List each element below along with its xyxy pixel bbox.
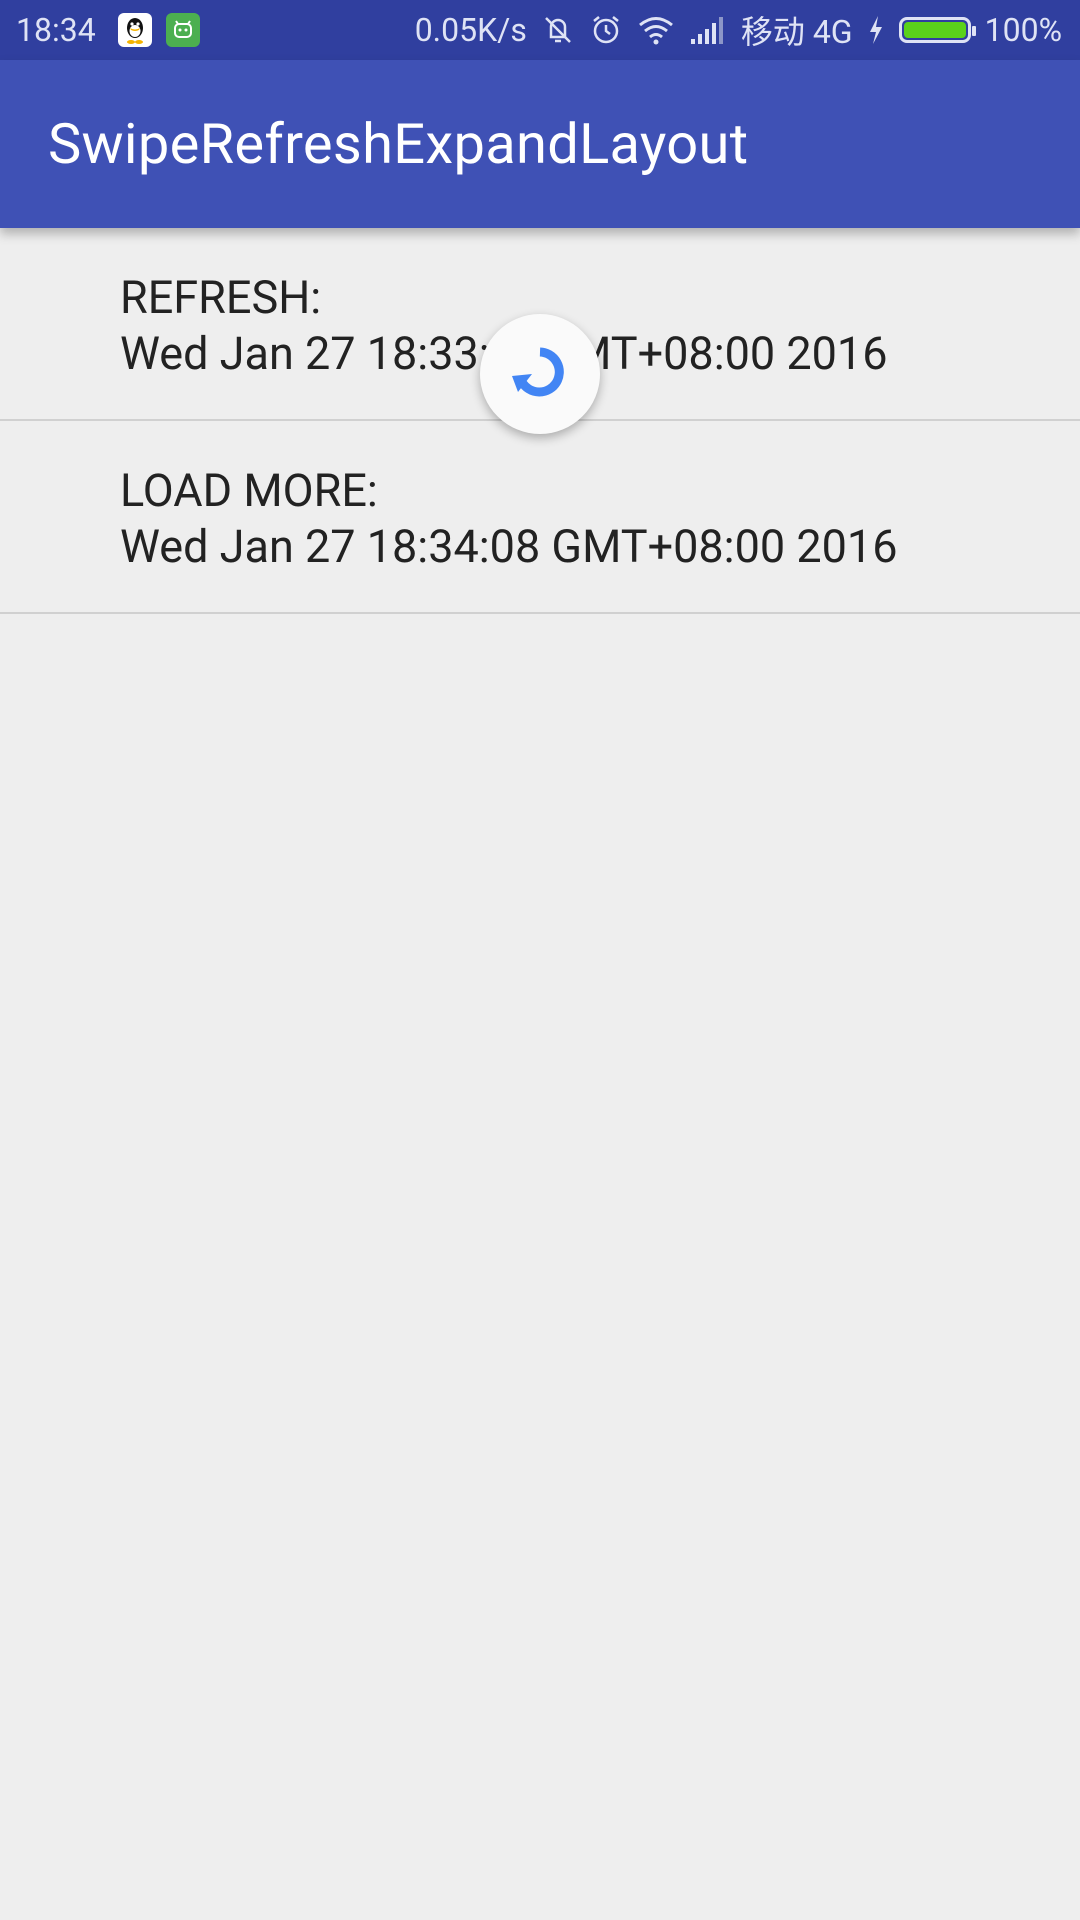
refresh-icon [508,340,572,408]
wifi-icon [637,14,675,46]
swipe-refresh-indicator [480,314,600,434]
load-more-label: LOAD MORE: [120,464,378,517]
network-speed: 0.05K/s [414,11,527,49]
status-time: 18:34 [16,11,96,49]
charging-icon [867,15,885,45]
refresh-timestamp: Wed Jan 27 18:33:__ GMT+08:00 2016 [120,327,888,380]
battery-percent: 100% [984,11,1062,49]
load-more-timestamp: Wed Jan 27 18:34:08 GMT+08:00 2016 [120,520,898,573]
battery-icon [898,17,976,43]
vibrate-off-icon [541,13,575,47]
list-item-load-more[interactable]: LOAD MORE: Wed Jan 27 18:34:08 GMT+08:00… [0,421,1080,614]
page-title: SwipeRefreshExpandLayout [48,111,749,177]
refresh-label: REFRESH: [120,271,322,324]
app-bar: SwipeRefreshExpandLayout [0,60,1080,228]
carrier-label: 移动 4G [740,13,853,51]
alarm-icon [589,13,623,47]
cellular-signal-icon [689,15,727,45]
qq-notification-icon [117,13,152,47]
status-bar: 18:34 0.05K/s 移动 4G 100% [0,0,1080,60]
android-app-notification-icon [165,13,200,47]
